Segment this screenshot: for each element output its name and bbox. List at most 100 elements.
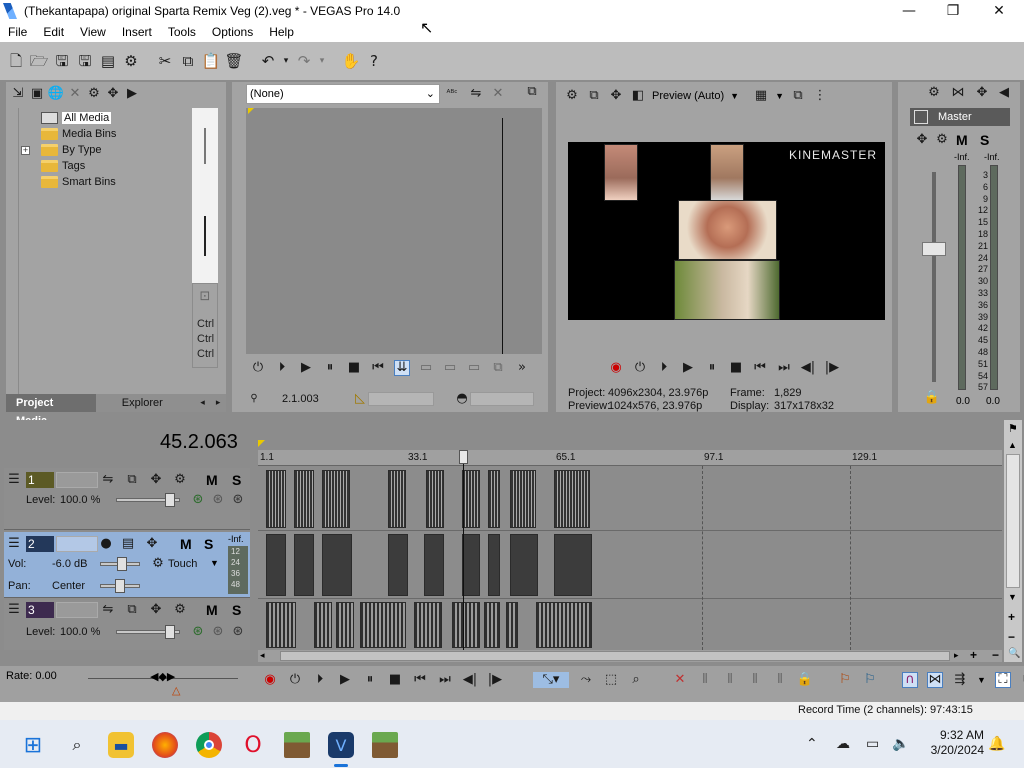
previous-frame-icon[interactable]: ◀| xyxy=(462,672,478,688)
snapping-icon[interactable]: ∩ xyxy=(902,672,918,688)
marker-flag-icon[interactable]: ⚑ xyxy=(1008,422,1018,435)
media-more-icon[interactable]: ▶ xyxy=(124,86,140,102)
tab-scroll-left-icon[interactable]: ◂ xyxy=(195,395,211,411)
go-to-start-icon[interactable]: ⏮ xyxy=(412,672,428,688)
get-media-icon[interactable]: 🌐 xyxy=(48,86,64,102)
track-motion-icon[interactable]: ⇋ xyxy=(100,472,116,488)
audio-event[interactable] xyxy=(462,534,480,596)
trimmer-media-select[interactable]: (None) ⌄ xyxy=(246,84,440,104)
track-header-2[interactable]: ☰ 2 ● ▤ ✥ M S Vol: -6.0 dB ⚙ Touch ▼ Pan… xyxy=(4,532,250,598)
play-icon[interactable]: ▶ xyxy=(298,360,314,376)
envelope-tool-icon[interactable]: ⤳ xyxy=(578,672,594,688)
delete-event-icon[interactable]: ✕ xyxy=(672,672,688,688)
copy-icon[interactable]: ⧉ xyxy=(178,51,198,71)
track-gear-icon[interactable]: ⚙ xyxy=(172,602,188,618)
track-header-3[interactable]: ☰ 3 ⇋ ⧉ ✥ ⚙ M S Level: 100.0 % ⊛ ⊛ ⊛ xyxy=(4,600,250,650)
menu-insert[interactable]: Insert xyxy=(114,25,160,39)
compositing-mode-icon[interactable]: ⊛ xyxy=(190,624,206,640)
track-header-1[interactable]: ☰ 1 ⇋ ⧉ ✥ ⚙ M S Level: 100.0 % ⊛ ⊛ ⊛ xyxy=(4,468,250,530)
master-settings-icon[interactable]: ⚙ xyxy=(926,85,942,101)
master-mute-button[interactable]: M xyxy=(956,132,968,148)
undo-icon[interactable]: ↶ xyxy=(258,51,278,71)
region-icon[interactable]: ⚐ xyxy=(862,672,878,688)
child-track-icon[interactable]: ⊛ xyxy=(230,624,246,640)
record-icon[interactable]: ◉ xyxy=(608,360,624,376)
scroll-thumb[interactable] xyxy=(280,651,950,661)
timeline-ruler[interactable]: 1.1 33.1 65.1 97.1 129.1 xyxy=(258,450,1002,466)
marker-icon[interactable]: ⚐ xyxy=(837,672,853,688)
video-event[interactable] xyxy=(266,470,286,528)
cursor-handle[interactable] xyxy=(459,450,468,464)
selection-length-field[interactable] xyxy=(368,392,434,406)
fit-icon[interactable]: ▭ xyxy=(466,360,482,376)
trim-end-icon[interactable]: ⫴ xyxy=(747,672,763,688)
track-invert-phase-icon[interactable]: ▤ xyxy=(120,536,136,552)
audio-event[interactable] xyxy=(510,534,538,596)
trimmer-clear-icon[interactable]: ✕ xyxy=(490,86,506,102)
video-event[interactable] xyxy=(484,602,500,648)
scroll-up-icon[interactable]: ▲ xyxy=(1008,440,1017,450)
new-icon[interactable]: 🗋 xyxy=(6,51,26,71)
slider-knob[interactable] xyxy=(117,557,127,571)
tree-item-all-media[interactable]: All Media xyxy=(41,110,112,126)
overwrite-icon[interactable]: ▭ xyxy=(442,360,458,376)
pan-slider[interactable] xyxy=(100,579,140,593)
properties-icon[interactable]: ⚙ xyxy=(121,51,141,71)
loop-icon[interactable]: ⏻ xyxy=(287,672,303,688)
track-expand-icon[interactable]: ☰ xyxy=(6,536,22,552)
copy-snapshot-icon[interactable]: ⧉ xyxy=(790,88,806,104)
level-slider[interactable] xyxy=(116,493,180,507)
video-event[interactable] xyxy=(322,470,350,528)
notification-bell-icon[interactable]: 🔔 xyxy=(988,736,1005,752)
next-frame-icon[interactable]: |▶ xyxy=(824,360,840,376)
scroll-down-icon[interactable]: ▼ xyxy=(1008,592,1017,602)
trim-icon[interactable]: ⫴ xyxy=(697,672,713,688)
track-expand-icon[interactable]: ☰ xyxy=(6,602,22,618)
play-icon[interactable]: ▶ xyxy=(337,672,353,688)
track-gear-icon[interactable]: ⚙ xyxy=(172,472,188,488)
audio-event[interactable] xyxy=(294,534,314,596)
tray-overflow-icon[interactable]: ⌃ xyxy=(806,736,818,752)
track-fx-icon[interactable]: ✥ xyxy=(144,536,160,552)
firefox-icon[interactable] xyxy=(152,732,178,758)
views-icon[interactable]: ✥ xyxy=(105,86,121,102)
minecraft-block-icon[interactable] xyxy=(372,732,398,758)
chevron-down-icon[interactable]: ▼ xyxy=(210,558,219,568)
zoom-tool-icon[interactable]: ⌕ xyxy=(628,672,644,688)
trim-start-icon[interactable]: ⫴ xyxy=(722,672,738,688)
master-solo-button[interactable]: S xyxy=(980,132,989,148)
tree-item-by-type[interactable]: By Type xyxy=(41,142,102,158)
split-icon[interactable]: ⫴ xyxy=(772,672,788,688)
previous-frame-icon[interactable]: ◀| xyxy=(800,360,816,376)
video-event[interactable] xyxy=(506,602,518,648)
start-icon[interactable]: ⊞ xyxy=(20,732,46,758)
timeline-track-area[interactable] xyxy=(258,466,1002,650)
add-to-timeline-icon[interactable]: ⇊ xyxy=(394,360,410,376)
tool-hand-icon[interactable]: ✋ xyxy=(341,51,361,71)
compositing-mode-icon[interactable]: ⊛ xyxy=(190,492,206,508)
insert-icon[interactable]: ▭ xyxy=(418,360,434,376)
chevron-down-icon[interactable]: ▼ xyxy=(775,91,784,101)
downmix-icon[interactable]: ✥ xyxy=(974,85,990,101)
track-mute-button[interactable]: M xyxy=(206,602,218,618)
play-from-start-icon[interactable]: ⏵ xyxy=(312,672,328,688)
redo-dropdown-icon[interactable]: ▾ xyxy=(317,51,327,71)
master-gear-icon[interactable]: ⚙ xyxy=(934,132,950,148)
video-event[interactable] xyxy=(536,602,592,648)
zoom-in-icon[interactable]: + xyxy=(970,648,977,662)
split-screen-icon[interactable]: ◧ xyxy=(630,88,646,104)
media-list-scrollbar[interactable] xyxy=(192,108,218,304)
edit-tool-icon[interactable]: ⤡▾ xyxy=(533,672,569,688)
pause-icon[interactable]: ⏸ xyxy=(704,360,720,376)
media-fx-icon[interactable]: ⚙ xyxy=(86,86,102,102)
track-mute-button[interactable]: M xyxy=(180,536,192,552)
track-fx-icon[interactable]: ✥ xyxy=(148,602,164,618)
play-icon[interactable]: ▶ xyxy=(680,360,696,376)
slider-knob[interactable] xyxy=(165,493,175,507)
save-as-icon[interactable]: 🖫 xyxy=(75,51,95,71)
audio-event[interactable] xyxy=(322,534,352,596)
tree-item-media-bins[interactable]: Media Bins xyxy=(41,126,116,142)
save-icon[interactable]: 🖫 xyxy=(52,51,72,71)
volume-icon[interactable]: 🔈 xyxy=(892,736,909,752)
video-event[interactable] xyxy=(426,470,444,528)
